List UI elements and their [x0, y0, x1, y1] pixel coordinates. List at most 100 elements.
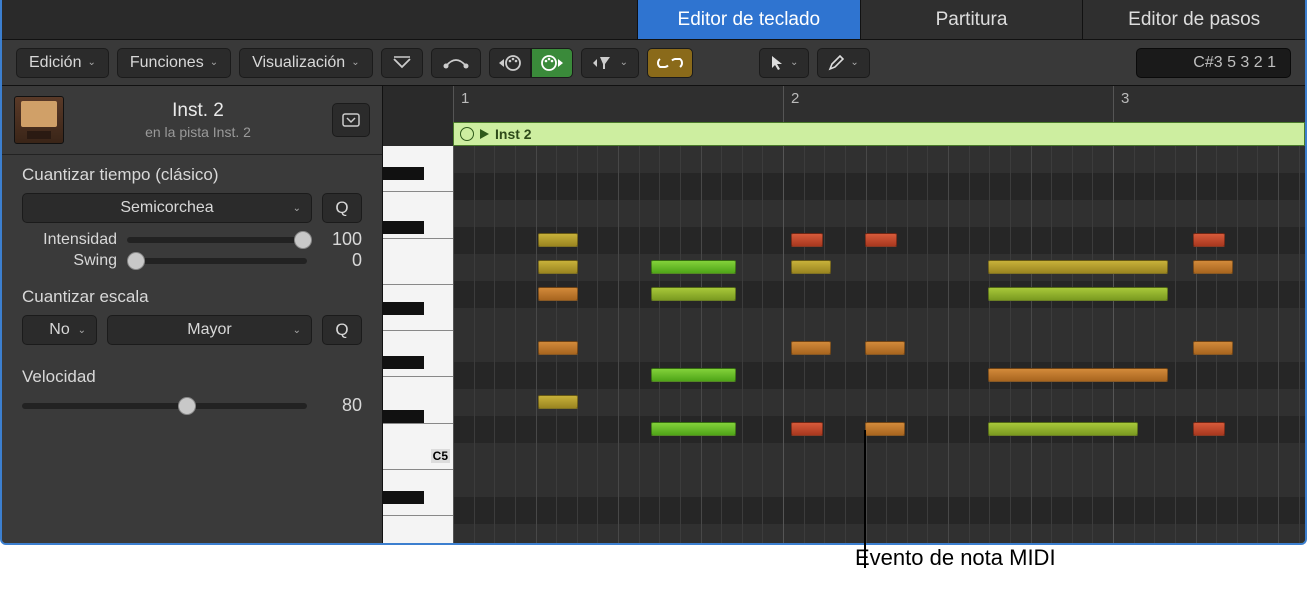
midi-note[interactable]	[988, 368, 1168, 382]
midi-note[interactable]	[791, 341, 831, 355]
midi-note[interactable]	[538, 395, 578, 409]
filter-icon	[592, 55, 614, 71]
chevron-down-icon: ⌄	[293, 325, 301, 336]
octave-label-c5: C5	[431, 449, 450, 463]
editor-tabs: Editor de teclado Partitura Editor de pa…	[2, 0, 1305, 40]
midi-note[interactable]	[865, 422, 905, 436]
midi-note[interactable]	[538, 341, 578, 355]
functions-menu[interactable]: Funciones⌄	[117, 48, 231, 78]
quantize-scale-section: Cuantizar escala No ⌄ Mayor ⌄ Q	[2, 277, 382, 357]
chevron-down-icon: ⌄	[293, 203, 301, 214]
time-ruler[interactable]: 1 2 3 Inst 2	[453, 86, 1305, 146]
scale-root-label: No	[49, 321, 69, 339]
collapse-button[interactable]	[332, 103, 370, 137]
filter-button[interactable]: ⌄	[581, 48, 639, 78]
midi-note[interactable]	[1193, 260, 1233, 274]
track-info: Inst. 2 en la pista Inst. 2	[64, 100, 332, 140]
midi-note[interactable]	[988, 260, 1168, 274]
track-header: Inst. 2 en la pista Inst. 2	[2, 86, 382, 155]
midi-note[interactable]	[1193, 422, 1225, 436]
midi-note[interactable]	[791, 422, 823, 436]
scale-root-select[interactable]: No ⌄	[22, 315, 97, 345]
midi-note[interactable]	[651, 368, 736, 382]
midi-region[interactable]: Inst 2	[453, 122, 1305, 146]
inspector-sidebar: Inst. 2 en la pista Inst. 2 Cuantizar ti…	[2, 86, 383, 543]
midi-note[interactable]	[791, 233, 823, 247]
edit-menu-label: Edición	[29, 54, 81, 72]
tab-keyboard-editor[interactable]: Editor de teclado	[637, 0, 860, 39]
chevron-down-icon: ⌄	[620, 57, 628, 68]
grid-area: 1 2 3 Inst 2	[453, 86, 1305, 543]
quantize-value-select[interactable]: Semicorchea ⌄	[22, 193, 312, 223]
swing-slider[interactable]	[127, 251, 307, 271]
view-menu-label: Visualización	[252, 54, 345, 72]
chevron-down-icon: ⌄	[351, 57, 359, 68]
piano-roll-editor: Editor de teclado Partitura Editor de pa…	[0, 0, 1307, 545]
strength-slider[interactable]	[127, 230, 307, 250]
chevron-down-icon: ⌄	[210, 57, 218, 68]
swing-label: Swing	[22, 252, 117, 270]
midi-note[interactable]	[1193, 341, 1233, 355]
midi-note[interactable]	[865, 341, 905, 355]
midi-note[interactable]	[988, 287, 1168, 301]
velocity-title: Velocidad	[22, 367, 362, 387]
velocity-slider-row: 80	[22, 395, 362, 416]
link-toggle[interactable]	[647, 48, 693, 78]
region-name: Inst 2	[495, 126, 532, 142]
velocity-value: 80	[317, 395, 362, 416]
tab-score[interactable]: Partitura	[860, 0, 1083, 39]
pencil-icon	[828, 55, 844, 71]
piano-keyboard[interactable]: C5C4	[383, 86, 453, 543]
midi-note[interactable]	[538, 260, 578, 274]
snap-toggle[interactable]	[381, 48, 423, 78]
midi-note[interactable]	[791, 260, 831, 274]
scale-type-select[interactable]: Mayor ⌄	[107, 315, 312, 345]
quantize-time-section: Cuantizar tiempo (clásico) Semicorchea ⌄…	[2, 155, 382, 277]
region-loop-icon	[460, 127, 474, 141]
pointer-tool[interactable]: ⌄	[759, 48, 809, 78]
automation-curve-button[interactable]	[431, 48, 481, 78]
midi-note[interactable]	[538, 233, 578, 247]
strength-label: Intensidad	[22, 231, 117, 249]
midi-note[interactable]	[865, 233, 897, 247]
edit-menu[interactable]: Edición⌄	[16, 48, 109, 78]
velocity-section: Velocidad 80	[2, 357, 382, 422]
link-group	[647, 48, 693, 78]
chevron-down-icon: ⌄	[850, 57, 858, 68]
scale-apply-button[interactable]: Q	[322, 315, 362, 345]
midi-note[interactable]	[538, 287, 578, 301]
track-subtitle: en la pista Inst. 2	[64, 124, 332, 140]
quantize-time-title: Cuantizar tiempo (clásico)	[22, 165, 362, 185]
instrument-thumbnail[interactable]	[14, 96, 64, 144]
midi-note[interactable]	[988, 422, 1138, 436]
info-display: C#3 5 3 2 1	[1136, 48, 1291, 78]
curve-icon	[442, 56, 470, 70]
midi-in-toggle[interactable]	[489, 48, 531, 78]
midi-note[interactable]	[651, 422, 736, 436]
swing-slider-row: Swing 0	[22, 250, 362, 271]
strength-slider-row: Intensidad 100	[22, 229, 362, 250]
link-icon	[656, 55, 684, 71]
view-menu[interactable]: Visualización ⌄	[239, 48, 372, 78]
tab-step-editor[interactable]: Editor de pasos	[1082, 0, 1305, 39]
quantize-apply-button[interactable]: Q	[322, 193, 362, 223]
callout-label: Evento de nota MIDI	[855, 545, 1056, 571]
midi-note[interactable]	[651, 287, 736, 301]
tabs-spacer	[2, 0, 637, 39]
play-icon	[480, 129, 489, 139]
velocity-slider[interactable]	[22, 396, 307, 416]
collapse-icon	[342, 113, 360, 127]
midi-out-toggle[interactable]	[531, 48, 573, 78]
quantize-scale-title: Cuantizar escala	[22, 287, 362, 307]
bar-number: 2	[791, 90, 799, 107]
main-area: Inst. 2 en la pista Inst. 2 Cuantizar ti…	[2, 86, 1305, 543]
pencil-tool[interactable]: ⌄	[817, 48, 869, 78]
midi-note[interactable]	[651, 260, 736, 274]
strength-value: 100	[317, 229, 362, 250]
chevron-down-icon: ⌄	[790, 57, 798, 68]
note-grid[interactable]	[453, 146, 1305, 543]
midi-note[interactable]	[1193, 233, 1225, 247]
snap-icon	[392, 55, 412, 71]
quantize-value-label: Semicorchea	[120, 199, 213, 217]
chevron-down-icon: ⌄	[78, 325, 86, 336]
